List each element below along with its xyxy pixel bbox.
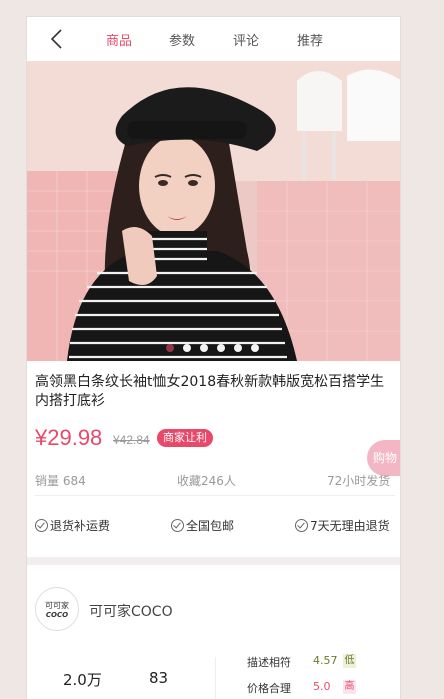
sales-count: 销量 684 [35,474,86,488]
check-circle-icon [171,519,184,532]
section-separator [27,557,400,565]
shop-score-row: 价格合理 5.0 高 [247,680,356,696]
check-circle-icon [295,519,308,532]
service-guarantees: 退货补运费 全国包邮 7天无理由退货 [35,517,395,537]
score-value: 4.57 [313,654,338,667]
current-price: ¥29.98 [35,425,103,450]
top-nav: 商品 参数 评论 推荐 [27,17,400,61]
tab-reviews[interactable]: 评论 [233,30,259,49]
shop-logo[interactable]: 可可家 COCO [35,587,79,631]
discount-badge: 商家让利 [157,429,213,447]
score-value: 5.0 [313,680,331,693]
carousel-indicator [27,344,400,356]
product-image-carousel[interactable] [27,61,400,361]
shop-stat-2: 83 [149,669,169,687]
shop-stat-1: 2.0万 [63,671,102,689]
score-level-tag: 高 [343,680,356,694]
carousel-dot[interactable] [200,344,208,352]
phone-frame: 商品 参数 评论 推荐 高领黑白条纹长袖t恤女2018春秋新款韩版宽松百搭学生内… [26,16,401,699]
shipping-time: 72小时发货 [327,474,391,488]
shop-score-row: 描述相符 4.57 低 [247,654,356,670]
floating-shop-button[interactable]: 购物 [367,440,400,476]
carousel-dot[interactable] [166,344,174,352]
vertical-divider [215,657,216,699]
carousel-dot[interactable] [251,344,259,352]
favorites-count: 收藏246人 [177,474,236,488]
tab-recommend[interactable]: 推荐 [297,30,323,49]
tab-params[interactable]: 参数 [169,30,195,49]
product-photo [27,61,400,361]
score-level-tag: 低 [343,654,356,668]
score-label: 价格合理 [247,682,291,695]
product-stats: 销量 684 收藏246人 72小时发货 [35,472,395,492]
carousel-dot[interactable] [183,344,191,352]
shop-logo-text: 可可家 [45,601,69,610]
service-item: 7天无理由退货 [295,517,390,534]
carousel-dot[interactable] [234,344,242,352]
shop-name[interactable]: 可可家COCO [89,601,173,621]
back-icon[interactable] [45,27,69,51]
carousel-dot[interactable] [217,344,225,352]
price-row: ¥29.98 ¥42.84 商家让利 [35,425,395,453]
check-circle-icon [35,519,48,532]
original-price: ¥42.84 [113,433,150,447]
divider [35,495,395,496]
tab-goods[interactable]: 商品 [106,30,132,49]
score-label: 描述相符 [247,656,291,669]
shop-logo-subtext: COCO [45,611,69,619]
service-item: 全国包邮 [171,517,234,534]
product-title: 高领黑白条纹长袖t恤女2018春秋新款韩版宽松百搭学生内搭打底衫 [35,374,385,409]
service-item: 退货补运费 [35,517,110,534]
